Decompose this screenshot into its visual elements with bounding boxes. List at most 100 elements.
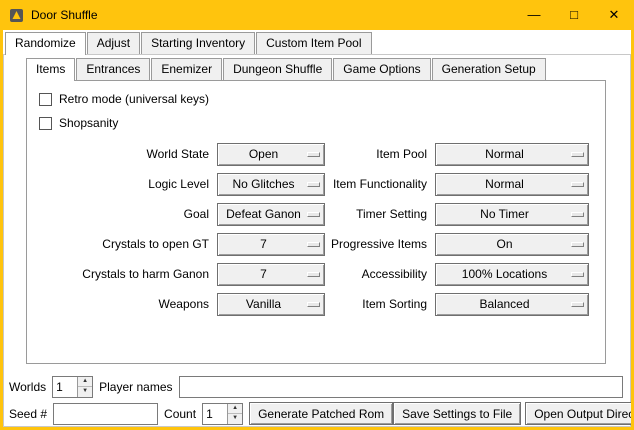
worlds-spinbox[interactable]: ▲ ▼: [52, 376, 93, 398]
dropdown-indicator-icon: [571, 152, 584, 157]
settings-row: Crystals to open GT 7 Progressive Items …: [27, 229, 605, 259]
dropdown-indicator-icon: [307, 242, 320, 247]
crystals-ganon-value: 7: [222, 267, 305, 281]
worlds-row: Worlds ▲ ▼ Player names: [9, 375, 625, 398]
count-label: Count: [164, 407, 196, 421]
item-pool-dropdown[interactable]: Normal: [435, 143, 589, 166]
seed-row: Seed # Count ▲ ▼ Generate Patched Rom: [9, 402, 625, 425]
item-functionality-value: Normal: [440, 177, 569, 191]
tab-generation-setup[interactable]: Generation Setup: [432, 58, 546, 80]
settings-row: Goal Defeat Ganon Timer Setting No Timer: [27, 199, 605, 229]
timer-setting-dropdown[interactable]: No Timer: [435, 203, 589, 226]
shopsanity-label: Shopsanity: [59, 116, 118, 130]
window: Door Shuffle — □ ✕ Randomize Adjust Star…: [0, 0, 634, 430]
app-icon: [9, 8, 24, 23]
retro-mode-checkbox[interactable]: [39, 93, 52, 106]
crystals-gt-label: Crystals to open GT: [29, 237, 217, 251]
accessibility-value: 100% Locations: [440, 267, 569, 281]
settings-row: Weapons Vanilla Item Sorting Balanced: [27, 289, 605, 319]
dropdown-indicator-icon: [307, 212, 320, 217]
settings-row: Crystals to harm Ganon 7 Accessibility 1…: [27, 259, 605, 289]
dropdown-indicator-icon: [571, 272, 584, 277]
seed-input[interactable]: [53, 403, 158, 425]
item-functionality-dropdown[interactable]: Normal: [435, 173, 589, 196]
checkbox-row-retro-mode[interactable]: Retro mode (universal keys): [39, 91, 605, 107]
titlebar: Door Shuffle — □ ✕: [0, 0, 634, 30]
progressive-items-value: On: [440, 237, 569, 251]
spin-up-icon[interactable]: ▲: [78, 377, 92, 388]
close-icon[interactable]: ✕: [594, 0, 634, 30]
randomize-pane: Items Entrances Enemizer Dungeon Shuffle…: [3, 54, 631, 427]
tab-game-options[interactable]: Game Options: [333, 58, 430, 80]
maximize-icon[interactable]: □: [554, 0, 594, 30]
player-names-label: Player names: [99, 380, 172, 394]
tab-enemizer[interactable]: Enemizer: [151, 58, 222, 80]
dropdown-indicator-icon: [307, 272, 320, 277]
dropdown-indicator-icon: [307, 182, 320, 187]
tab-randomize[interactable]: Randomize: [5, 32, 86, 55]
minimize-icon[interactable]: —: [514, 0, 554, 30]
outer-tab-bar: Randomize Adjust Starting Inventory Cust…: [5, 32, 373, 54]
spin-down-icon[interactable]: ▼: [228, 414, 242, 424]
accessibility-label: Accessibility: [325, 267, 435, 281]
generate-patched-rom-button[interactable]: Generate Patched Rom: [249, 402, 393, 425]
open-output-directory-button[interactable]: Open Output Directory: [525, 402, 631, 425]
dropdown-indicator-icon: [571, 212, 584, 217]
checkbox-row-shopsanity[interactable]: Shopsanity: [39, 115, 605, 131]
count-input[interactable]: [203, 404, 227, 424]
logic-level-label: Logic Level: [29, 177, 217, 191]
weapons-label: Weapons: [29, 297, 217, 311]
save-settings-button[interactable]: Save Settings to File: [393, 402, 521, 425]
output-buttons-group: Save Settings to File Open Output Direct…: [393, 402, 631, 425]
item-sorting-dropdown[interactable]: Balanced: [435, 293, 589, 316]
spin-up-icon[interactable]: ▲: [228, 404, 242, 415]
timer-setting-value: No Timer: [440, 207, 569, 221]
seed-label: Seed #: [9, 407, 47, 421]
dropdown-indicator-icon: [571, 182, 584, 187]
item-pool-label: Item Pool: [325, 147, 435, 161]
goal-dropdown[interactable]: Defeat Ganon: [217, 203, 325, 226]
items-pane: Retro mode (universal keys) Shopsanity W…: [26, 80, 606, 364]
item-sorting-label: Item Sorting: [325, 297, 435, 311]
tab-custom-item-pool[interactable]: Custom Item Pool: [256, 32, 371, 54]
timer-setting-label: Timer Setting: [325, 207, 435, 221]
dropdown-indicator-icon: [571, 242, 584, 247]
world-state-label: World State: [29, 147, 217, 161]
goal-value: Defeat Ganon: [222, 207, 305, 221]
weapons-value: Vanilla: [222, 297, 305, 311]
tab-entrances[interactable]: Entrances: [76, 58, 150, 80]
world-state-dropdown[interactable]: Open: [217, 143, 325, 166]
progressive-items-label: Progressive Items: [325, 237, 435, 251]
world-state-value: Open: [222, 147, 305, 161]
accessibility-dropdown[interactable]: 100% Locations: [435, 263, 589, 286]
crystals-gt-dropdown[interactable]: 7: [217, 233, 325, 256]
count-spinbox[interactable]: ▲ ▼: [202, 403, 243, 425]
settings-row: World State Open Item Pool Normal: [27, 139, 605, 169]
tab-dungeon-shuffle[interactable]: Dungeon Shuffle: [223, 58, 332, 80]
retro-mode-label: Retro mode (universal keys): [59, 92, 209, 106]
tab-adjust[interactable]: Adjust: [87, 32, 140, 54]
dropdown-indicator-icon: [571, 302, 584, 307]
logic-level-dropdown[interactable]: No Glitches: [217, 173, 325, 196]
player-names-input[interactable]: [179, 376, 624, 398]
goal-label: Goal: [29, 207, 217, 221]
spin-down-icon[interactable]: ▼: [78, 387, 92, 397]
crystals-ganon-label: Crystals to harm Ganon: [29, 267, 217, 281]
worlds-label: Worlds: [9, 380, 46, 394]
dropdown-indicator-icon: [307, 152, 320, 157]
weapons-dropdown[interactable]: Vanilla: [217, 293, 325, 316]
crystals-ganon-dropdown[interactable]: 7: [217, 263, 325, 286]
worlds-input[interactable]: [53, 377, 77, 397]
tab-items[interactable]: Items: [26, 58, 75, 81]
logic-level-value: No Glitches: [222, 177, 305, 191]
content-area: Randomize Adjust Starting Inventory Cust…: [3, 30, 631, 427]
item-functionality-label: Item Functionality: [325, 177, 435, 191]
window-controls: — □ ✕: [514, 0, 634, 30]
progressive-items-dropdown[interactable]: On: [435, 233, 589, 256]
window-title: Door Shuffle: [31, 8, 98, 22]
tab-starting-inventory[interactable]: Starting Inventory: [141, 32, 255, 54]
dropdown-indicator-icon: [307, 302, 320, 307]
settings-grid: World State Open Item Pool Normal Logic …: [27, 139, 605, 319]
item-sorting-value: Balanced: [440, 297, 569, 311]
shopsanity-checkbox[interactable]: [39, 117, 52, 130]
